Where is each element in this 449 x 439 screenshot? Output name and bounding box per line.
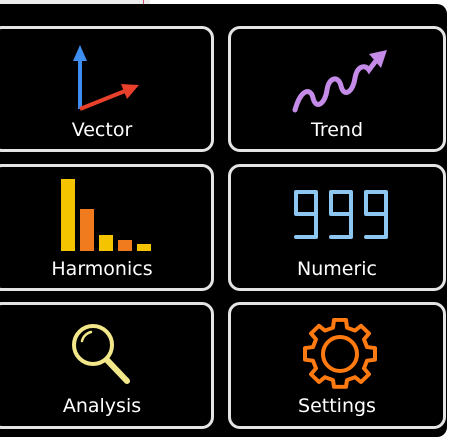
analysis-label: Analysis [62,395,142,417]
vector-button[interactable]: Vector [0,26,214,152]
numeric-icon [294,190,388,239]
trend-icon [292,50,387,113]
settings-label: Settings [298,395,376,417]
vector-icon [73,45,139,111]
numeric-label: Numeric [297,258,377,280]
harmonics-icon [61,179,151,251]
magnifier-icon [72,324,130,384]
trend-button[interactable]: Trend [228,26,446,152]
gear-icon [303,317,377,389]
harmonics-label: Harmonics [51,258,153,280]
harmonics-button[interactable]: Harmonics [0,164,214,291]
analysis-button[interactable]: Analysis [0,302,214,429]
vector-label: Vector [71,119,133,141]
numeric-button[interactable]: Numeric [228,164,446,291]
settings-button[interactable]: Settings [228,302,446,429]
menu-panel: Vector Trend Harmonics Numeric Analysis … [0,4,447,437]
trend-label: Trend [311,119,363,141]
